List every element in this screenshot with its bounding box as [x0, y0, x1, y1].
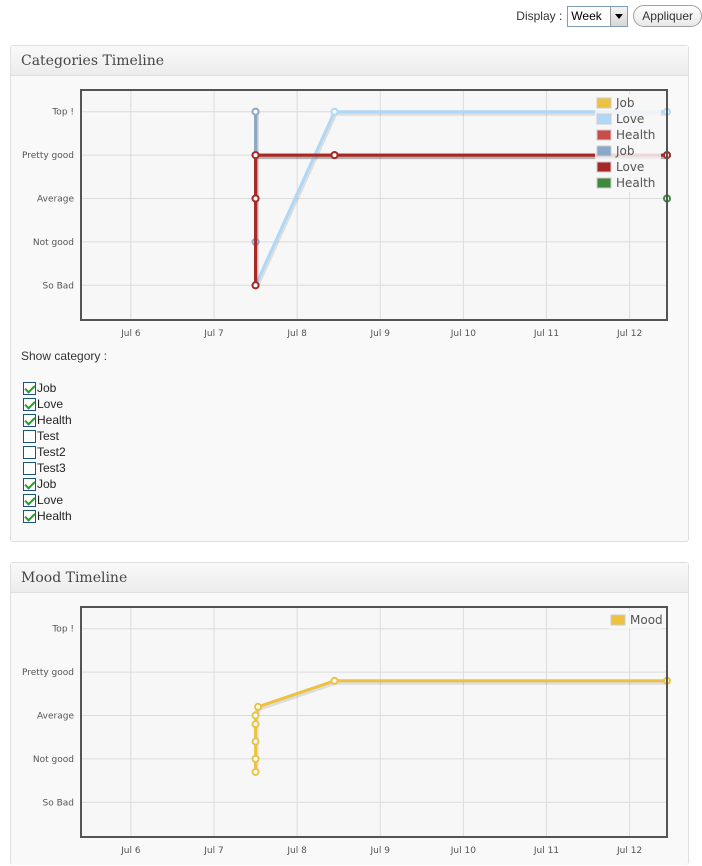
category-label: Love: [37, 397, 64, 411]
data-point: [330, 676, 339, 685]
data-point: [251, 754, 260, 763]
x-tick-label: Jul 8: [286, 329, 307, 339]
category-checkbox[interactable]: [23, 381, 36, 395]
data-point: [330, 107, 339, 116]
y-tick-label: Average: [37, 711, 74, 721]
data-point: [251, 281, 260, 290]
legend-swatch: [596, 177, 612, 189]
y-tick-label: So Bad: [43, 798, 74, 808]
category-item[interactable]: Job: [23, 380, 72, 396]
category-item[interactable]: Love: [23, 396, 72, 412]
category-label: Love: [37, 493, 64, 507]
y-tick-label: So Bad: [43, 281, 74, 291]
y-tick-label: Pretty good: [22, 151, 74, 161]
data-point: [251, 711, 260, 720]
category-label: Job: [37, 477, 57, 491]
category-label: Job: [37, 381, 57, 395]
category-label: Health: [37, 509, 72, 523]
category-checkbox[interactable]: [23, 493, 36, 507]
data-point: [251, 107, 260, 116]
data-point: [251, 767, 260, 776]
chevron-down-icon[interactable]: [610, 6, 628, 26]
category-item[interactable]: Test3: [23, 460, 72, 476]
x-tick-label: Jul 9: [370, 329, 391, 339]
legend-swatch: [610, 614, 626, 626]
x-tick-label: Jul 10: [450, 846, 476, 856]
mood-panel: Mood Timeline Jul 6 Jul 7 Jul 8 Jul 9 Jul 10…: [10, 562, 689, 865]
category-checkbox[interactable]: [23, 509, 36, 523]
x-tick-label: Jul 11: [533, 329, 559, 339]
x-tick-label: Jul 6: [120, 329, 141, 339]
data-point: [251, 720, 260, 729]
display-label: Display :: [516, 9, 563, 23]
category-item[interactable]: Job: [23, 476, 72, 492]
category-checkbox[interactable]: [23, 397, 36, 411]
category-checkbox[interactable]: [23, 413, 36, 427]
category-item[interactable]: Health: [23, 412, 72, 428]
show-category-label: Show category :: [21, 349, 108, 363]
category-item[interactable]: Love: [23, 492, 72, 508]
legend-label: Love: [616, 112, 644, 126]
x-tick-label: Jul 7: [203, 846, 223, 856]
y-tick-label: Top !: [51, 625, 74, 635]
category-checkbox[interactable]: [23, 445, 36, 459]
data-point: [251, 151, 260, 160]
data-point: [254, 702, 263, 711]
legend-swatch: [596, 113, 612, 125]
y-tick-label: Not good: [33, 755, 74, 765]
categories-panel: Categories Timeline Jul 6 Jul 7 Jul 8 Jul 9…: [10, 45, 689, 542]
legend-label: Health: [616, 176, 655, 190]
display-select-value: Week: [571, 9, 602, 23]
apply-button[interactable]: Appliquer: [633, 5, 702, 27]
legend-swatch: [596, 97, 612, 109]
legend-label: Job: [615, 144, 635, 158]
y-tick-label: Average: [37, 194, 74, 204]
x-tick-label: Jul 12: [616, 329, 642, 339]
category-checkbox-list: Job Love Health Test Test2 Test3 Job Love Health: [23, 380, 72, 524]
category-checkbox[interactable]: [23, 429, 36, 443]
category-label: Test3: [37, 461, 66, 475]
category-label: Test: [37, 429, 60, 443]
legend-swatch: [596, 161, 612, 173]
legend-label: Job: [615, 96, 635, 110]
x-tick-label: Jul 8: [286, 846, 307, 856]
y-tick-label: Not good: [33, 238, 74, 248]
x-tick-label: Jul 12: [616, 846, 642, 856]
x-tick-label: Jul 10: [450, 329, 476, 339]
category-label: Health: [37, 413, 72, 427]
category-checkbox[interactable]: [23, 461, 36, 475]
legend-swatch: [596, 129, 612, 141]
category-item[interactable]: Test: [23, 428, 72, 444]
legend-label: Health: [616, 128, 655, 142]
data-point: [251, 194, 260, 203]
x-tick-label: Jul 11: [533, 846, 559, 856]
category-checkbox[interactable]: [23, 477, 36, 491]
x-tick-label: Jul 7: [203, 329, 223, 339]
x-tick-label: Jul 6: [120, 846, 141, 856]
mood-timeline-chart: Jul 6 Jul 7 Jul 8 Jul 9 Jul 10 Jul 11 Jul 12 So…: [22, 606, 671, 856]
categories-timeline-chart: Jul 6 Jul 7 Jul 8 Jul 9 Jul 10 Jul 11 Jul 12 So…: [22, 89, 671, 339]
y-tick-label: Top !: [51, 108, 74, 118]
legend-swatch: [596, 145, 612, 157]
category-item[interactable]: Health: [23, 508, 72, 524]
legend-label: Love: [616, 160, 644, 174]
data-point: [251, 737, 260, 746]
x-tick-label: Jul 9: [370, 846, 391, 856]
display-select[interactable]: Week: [567, 5, 629, 27]
display-toolbar: Display : Week Appliquer: [516, 4, 702, 28]
y-tick-label: Pretty good: [22, 668, 74, 678]
data-point: [330, 151, 339, 160]
legend-label: Mood: [630, 613, 663, 627]
category-item[interactable]: Test2: [23, 444, 72, 460]
category-label: Test2: [37, 445, 66, 459]
